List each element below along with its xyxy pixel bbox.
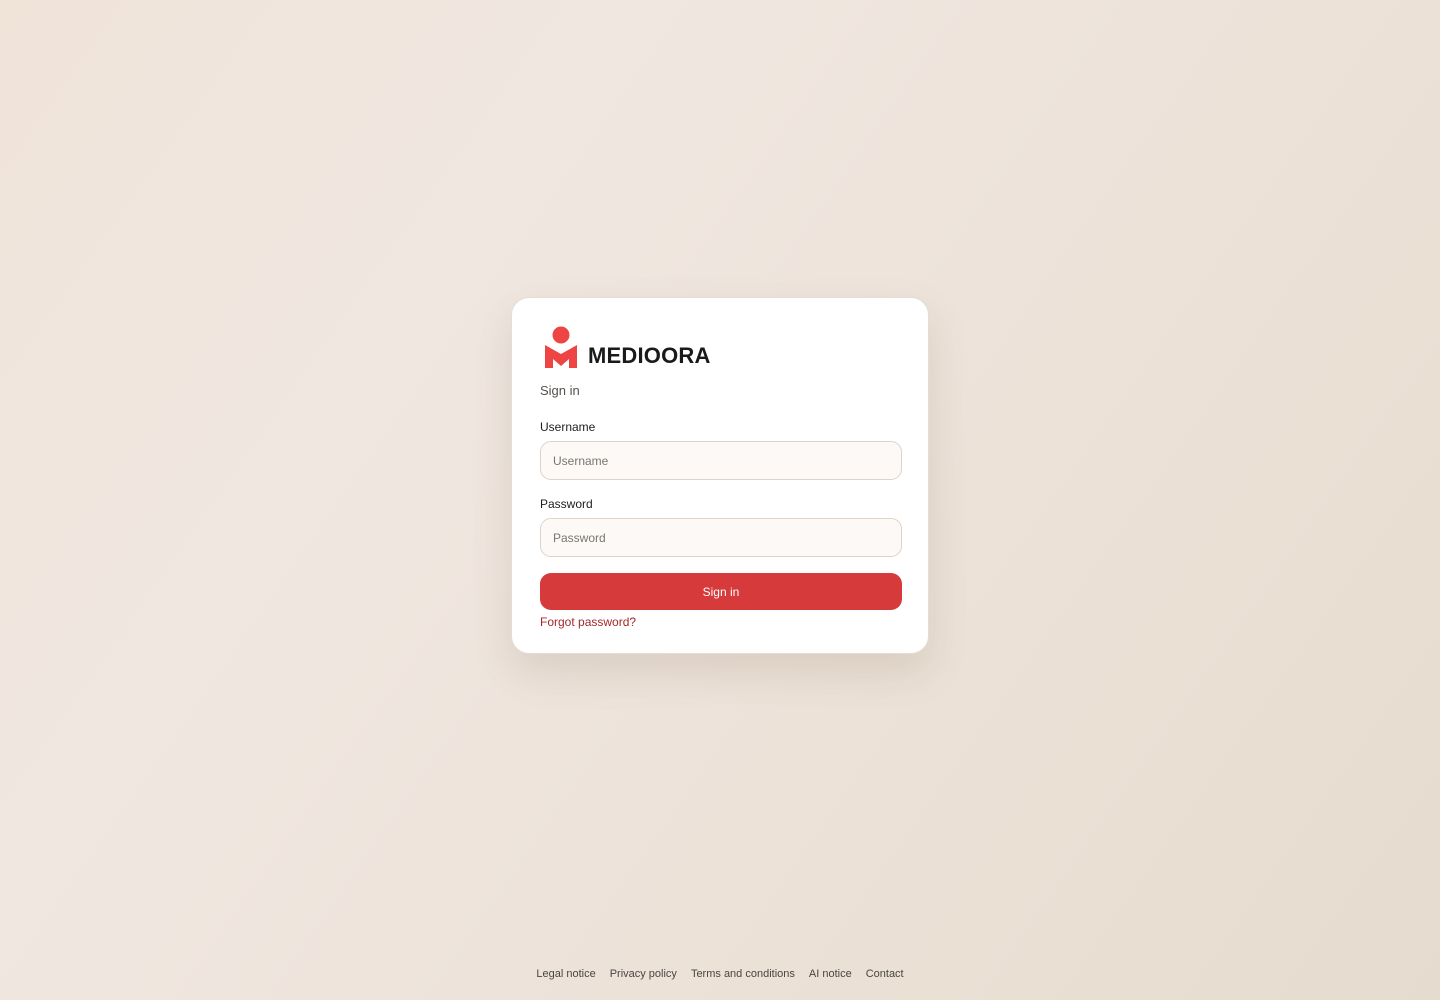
login-subtitle: Sign in [540, 383, 580, 398]
footer-link-contact[interactable]: Contact [866, 968, 904, 980]
brand-header: MEDIOORA [540, 326, 900, 368]
footer-link-privacy-policy[interactable]: Privacy policy [610, 968, 677, 980]
username-label: Username [540, 420, 596, 434]
footer-link-legal-notice[interactable]: Legal notice [536, 968, 595, 980]
footer-link-terms-and-conditions[interactable]: Terms and conditions [691, 968, 795, 980]
footer-links: Legal notice Privacy policy Terms and co… [0, 968, 1440, 980]
forgot-password-link[interactable]: Forgot password? [540, 615, 636, 629]
login-card: MEDIOORA Sign in Username Password Sign … [511, 297, 929, 654]
password-label: Password [540, 497, 593, 511]
medioora-logo-icon [545, 326, 577, 368]
footer-link-ai-notice[interactable]: AI notice [809, 968, 852, 980]
brand-name: MEDIOORA [588, 343, 711, 368]
username-input[interactable] [540, 441, 902, 480]
sign-in-button[interactable]: Sign in [540, 573, 902, 610]
password-input[interactable] [540, 518, 902, 557]
